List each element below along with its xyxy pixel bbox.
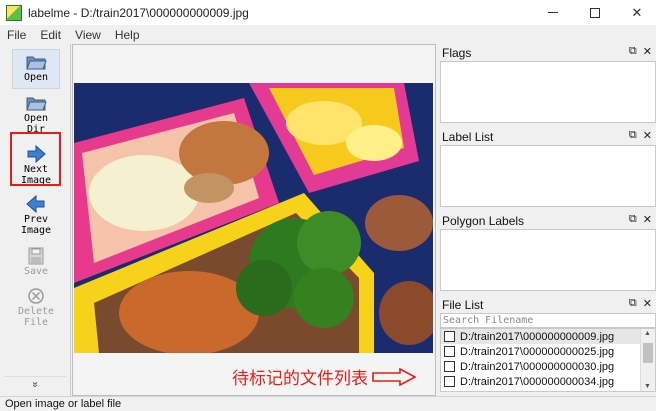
title-bar: labelme - D:/train2017\000000000009.jpg …: [0, 0, 656, 25]
minimize-button[interactable]: [530, 0, 576, 25]
scroll-down-icon[interactable]: ▼: [644, 383, 651, 390]
toolbar-divider: [4, 376, 66, 377]
window-title: labelme - D:/train2017\000000000009.jpg: [28, 5, 249, 20]
save-label: Save: [23, 266, 49, 277]
open-dir-highlight: [10, 132, 61, 186]
scroll-thumb[interactable]: [643, 343, 653, 363]
file-list-annotation: 待标记的文件列表: [232, 364, 416, 389]
polygon-labels-title: Polygon Labels: [442, 213, 525, 228]
close-icon[interactable]: ✕: [643, 213, 652, 226]
polygon-labels-dock-header: Polygon Labels ⧉ ✕: [438, 212, 656, 229]
file-list-dock-header: File List ⧉ ✕: [438, 296, 656, 313]
float-icon[interactable]: ⧉: [629, 45, 637, 58]
scroll-up-icon[interactable]: ▲: [644, 330, 651, 337]
close-icon[interactable]: ✕: [643, 129, 652, 142]
lunchbox-image: [74, 83, 433, 353]
annotation-text: 待标记的文件列表: [232, 369, 368, 389]
arrow-right-outline-icon: [372, 367, 416, 386]
save-button[interactable]: Save: [12, 244, 60, 277]
file-name: D:/train2017\000000000030.jpg: [460, 360, 615, 373]
file-name: D:/train2017\000000000009.jpg: [460, 330, 615, 343]
tools-toolbar: Open Open Dir Next Image Prev Image Save…: [0, 44, 71, 396]
polygon-labels-dock: Polygon Labels ⧉ ✕: [438, 212, 656, 296]
file-name: D:/train2017\000000000034.jpg: [460, 375, 615, 388]
float-icon[interactable]: ⧉: [629, 129, 637, 142]
file-list-dock: File List ⧉ ✕ Search Filename D:/train20…: [438, 296, 656, 396]
menu-edit[interactable]: Edit: [33, 28, 68, 42]
file-list-item[interactable]: D:/train2017\000000000009.jpg: [441, 329, 655, 344]
close-icon[interactable]: ✕: [643, 45, 652, 58]
file-checkbox[interactable]: [444, 346, 455, 357]
search-filename-input[interactable]: Search Filename: [440, 313, 656, 328]
float-icon[interactable]: ⧉: [629, 297, 637, 310]
floppy-disk-icon: [28, 247, 44, 265]
flags-dock-header: Flags ⧉ ✕: [438, 44, 656, 61]
labelme-window: labelme - D:/train2017\000000000009.jpg …: [0, 0, 656, 411]
label-list-dock-header: Label List ⧉ ✕: [438, 128, 656, 145]
close-icon[interactable]: ✕: [643, 297, 652, 310]
lunchbox-photo: [74, 83, 433, 353]
close-window-button[interactable]: ✕: [614, 0, 656, 25]
label-list-panel[interactable]: [440, 145, 656, 207]
toolbar-extension-button[interactable]: »: [29, 382, 40, 388]
flags-title: Flags: [442, 45, 472, 60]
label-list-dock: Label List ⧉ ✕: [438, 128, 656, 212]
labelme-app-icon: [6, 4, 22, 21]
float-icon[interactable]: ⧉: [629, 213, 637, 226]
open-label: Open: [23, 72, 49, 83]
maximize-button[interactable]: [572, 0, 618, 25]
polygon-labels-panel[interactable]: [440, 229, 656, 291]
arrow-left-icon: [26, 194, 45, 214]
menu-bar: File Edit View Help: [0, 25, 656, 44]
open-button[interactable]: Open: [12, 49, 60, 89]
delete-file-button[interactable]: Delete File: [12, 284, 60, 328]
file-list-scrollbar[interactable]: ▲ ▼: [640, 329, 655, 391]
menu-view[interactable]: View: [68, 28, 108, 42]
flags-panel[interactable]: [440, 61, 656, 123]
minimize-icon: [548, 12, 558, 13]
prev-image-label: Prev Image: [20, 214, 52, 236]
status-bar: Open image or label file: [0, 396, 656, 411]
open-folder-icon: [26, 56, 47, 70]
file-list-title: File List: [442, 297, 484, 312]
delete-icon: [28, 288, 44, 304]
delete-file-label: Delete File: [17, 306, 55, 328]
file-checkbox[interactable]: [444, 361, 455, 372]
file-list-item[interactable]: D:/train2017\000000000030.jpg: [441, 359, 655, 374]
file-list-item[interactable]: D:/train2017\000000000025.jpg: [441, 344, 655, 359]
menu-file[interactable]: File: [0, 28, 33, 42]
maximize-icon: [590, 7, 600, 18]
file-list: D:/train2017\000000000009.jpg D:/train20…: [440, 328, 656, 392]
file-name: D:/train2017\000000000025.jpg: [460, 345, 615, 358]
file-checkbox[interactable]: [444, 331, 455, 342]
flags-dock: Flags ⧉ ✕: [438, 44, 656, 128]
file-checkbox[interactable]: [444, 376, 455, 387]
close-icon: ✕: [631, 4, 643, 20]
open-dir-icon: [26, 97, 47, 111]
prev-image-button[interactable]: Prev Image: [12, 192, 60, 236]
label-list-title: Label List: [442, 129, 494, 144]
open-dir-button[interactable]: Open Dir: [12, 91, 60, 135]
file-list-item[interactable]: D:/train2017\000000000034.jpg: [441, 374, 655, 389]
menu-help[interactable]: Help: [108, 28, 147, 42]
